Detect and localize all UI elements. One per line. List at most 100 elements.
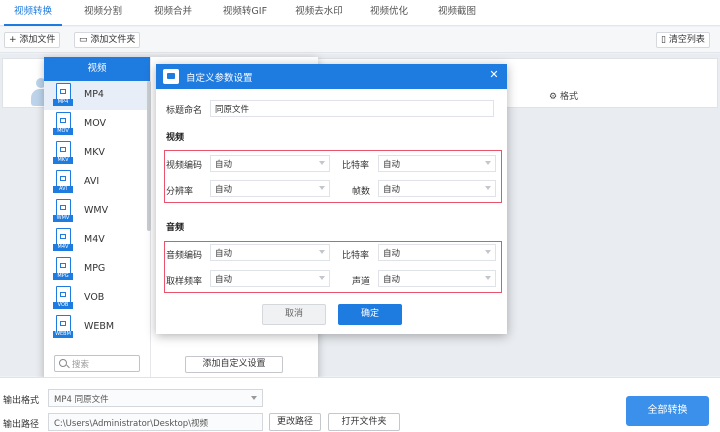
tab-video-formats[interactable]: 视频 xyxy=(44,57,150,81)
format-item-mp4[interactable]: MP4 MP4 xyxy=(44,81,148,110)
chevron-down-icon xyxy=(485,276,491,280)
output-format-label: 输出格式 xyxy=(3,396,40,406)
format-list: MP4 MP4 MOV MOV MKV MKV AVI AVI WMV WMV … xyxy=(44,81,150,346)
custom-params-dialog: 自定义参数设置 ✕ 标题命名 同原文件 视频 视频编码 自动 比特率 自动 分辨… xyxy=(156,64,507,334)
toolbar: + 添加文件 ▭ 添加文件夹 ▯ 清空列表 xyxy=(0,27,720,53)
audio-section-title: 音频 xyxy=(166,223,185,233)
search-icon xyxy=(59,359,67,367)
tab-video-merge[interactable]: 视频合并 xyxy=(144,0,202,26)
chevron-down-icon xyxy=(319,276,325,280)
title-naming-value: 同原文件 xyxy=(215,105,250,115)
video-file-icon: M4V xyxy=(53,228,75,253)
format-settings-label: 格式 xyxy=(559,92,578,102)
tab-video-screenshot[interactable]: 视频截图 xyxy=(428,0,486,26)
format-item-avi[interactable]: AVI AVI xyxy=(44,168,148,197)
tab-video-convert[interactable]: 视频转换 xyxy=(4,0,62,26)
format-item-m4v[interactable]: M4V M4V xyxy=(44,226,148,255)
video-file-icon: MOV xyxy=(53,112,75,137)
convert-all-button[interactable]: 全部转换 xyxy=(626,396,709,426)
folder-icon: ▭ xyxy=(79,35,88,45)
chevron-down-icon xyxy=(251,396,257,400)
audio-bitrate-label: 比特率 xyxy=(342,251,370,261)
output-format-value: MP4 同原文件 xyxy=(54,395,109,405)
format-name: MOV xyxy=(84,118,107,129)
resolution-select[interactable]: 自动 xyxy=(210,180,330,197)
resolution-label: 分辨率 xyxy=(166,187,194,197)
video-file-icon: WMV xyxy=(53,199,75,224)
video-file-icon: MP4 xyxy=(53,83,75,108)
video-bitrate-value: 自动 xyxy=(383,160,401,170)
video-codec-value: 自动 xyxy=(215,160,233,170)
format-item-wmv[interactable]: WMV WMV xyxy=(44,197,148,226)
format-name: M4V xyxy=(84,234,105,245)
chevron-down-icon xyxy=(485,250,491,254)
change-path-button[interactable]: 更改路径 xyxy=(269,413,321,431)
format-name: WEBM xyxy=(84,321,115,332)
audio-codec-value: 自动 xyxy=(215,249,233,259)
add-custom-setting-button[interactable]: 添加自定义设置 xyxy=(185,356,283,373)
format-name: WMV xyxy=(84,205,109,216)
gear-icon: ⚙ xyxy=(549,92,558,102)
chevron-down-icon xyxy=(319,186,325,190)
tab-video-to-gif[interactable]: 视频转GIF xyxy=(212,0,278,26)
video-file-icon: AVI xyxy=(53,170,75,195)
video-file-icon: WEBM xyxy=(53,315,75,340)
channel-label: 声道 xyxy=(352,277,371,287)
channel-value: 自动 xyxy=(383,275,401,285)
add-folder-button[interactable]: ▭ 添加文件夹 xyxy=(74,32,141,48)
dialog-title: 自定义参数设置 xyxy=(186,73,253,84)
plus-icon: + xyxy=(9,35,17,45)
output-path-field[interactable]: C:\Users\Administrator\Desktop\视频 xyxy=(48,413,263,431)
clear-list-button[interactable]: ▯ 清空列表 xyxy=(656,32,710,48)
samplerate-select[interactable]: 自动 xyxy=(210,270,330,287)
format-item-mpg[interactable]: MPG MPG xyxy=(44,255,148,284)
video-bitrate-label: 比特率 xyxy=(342,161,370,171)
framerate-select[interactable]: 自动 xyxy=(378,180,496,197)
audio-bitrate-value: 自动 xyxy=(383,249,401,259)
open-folder-button[interactable]: 打开文件夹 xyxy=(328,413,400,431)
video-bitrate-select[interactable]: 自动 xyxy=(378,155,496,172)
format-list-scrollbar[interactable] xyxy=(147,81,151,231)
output-format-select[interactable]: MP4 同原文件 xyxy=(48,389,263,407)
tab-video-remove-watermark[interactable]: 视频去水印 xyxy=(284,0,354,26)
chevron-down-icon xyxy=(485,186,491,190)
chevron-down-icon xyxy=(485,161,491,165)
cancel-button[interactable]: 取消 xyxy=(262,304,326,325)
format-item-webm[interactable]: WEBM WEBM xyxy=(44,313,148,342)
confirm-button[interactable]: 确定 xyxy=(338,304,402,325)
top-nav: 视频转换 视频分割 视频合并 视频转GIF 视频去水印 视频优化 视频截图 xyxy=(0,0,720,26)
title-naming-label: 标题命名 xyxy=(166,106,203,116)
chevron-down-icon xyxy=(319,250,325,254)
close-icon[interactable]: ✕ xyxy=(487,68,501,82)
add-folder-label: 添加文件夹 xyxy=(90,35,136,45)
title-naming-input[interactable]: 同原文件 xyxy=(210,100,494,117)
resolution-value: 自动 xyxy=(215,185,233,195)
format-item-mkv[interactable]: MKV MKV xyxy=(44,139,148,168)
samplerate-value: 自动 xyxy=(215,275,233,285)
format-item-mov[interactable]: MOV MOV xyxy=(44,110,148,139)
audio-bitrate-select[interactable]: 自动 xyxy=(378,244,496,261)
video-codec-select[interactable]: 自动 xyxy=(210,155,330,172)
tab-video-split[interactable]: 视频分割 xyxy=(74,0,132,26)
search-placeholder: 搜索 xyxy=(72,360,90,370)
format-settings-button[interactable]: ⚙ 格式 xyxy=(549,89,578,102)
video-file-icon: MPG xyxy=(53,257,75,282)
audio-codec-label: 音频编码 xyxy=(166,251,203,261)
format-item-vob[interactable]: VOB VOB xyxy=(44,284,148,313)
video-file-icon: MKV xyxy=(53,141,75,166)
samplerate-label: 取样频率 xyxy=(166,277,203,287)
dialog-header: 自定义参数设置 ✕ xyxy=(156,64,507,89)
tab-video-optimize[interactable]: 视频优化 xyxy=(360,0,418,26)
output-bar: 输出格式 MP4 同原文件 输出路径 C:\Users\Administrato… xyxy=(0,377,720,432)
format-search-input[interactable]: 搜索 xyxy=(54,355,140,372)
add-file-label: 添加文件 xyxy=(19,35,56,45)
output-path-label: 输出路径 xyxy=(3,420,40,430)
add-file-button[interactable]: + 添加文件 xyxy=(4,32,61,48)
format-name: MPG xyxy=(84,263,106,274)
format-name: MKV xyxy=(84,147,105,158)
output-path-value: C:\Users\Administrator\Desktop\视频 xyxy=(54,419,209,429)
audio-codec-select[interactable]: 自动 xyxy=(210,244,330,261)
app-logo-icon xyxy=(163,69,179,84)
channel-select[interactable]: 自动 xyxy=(378,270,496,287)
chevron-down-icon xyxy=(319,161,325,165)
